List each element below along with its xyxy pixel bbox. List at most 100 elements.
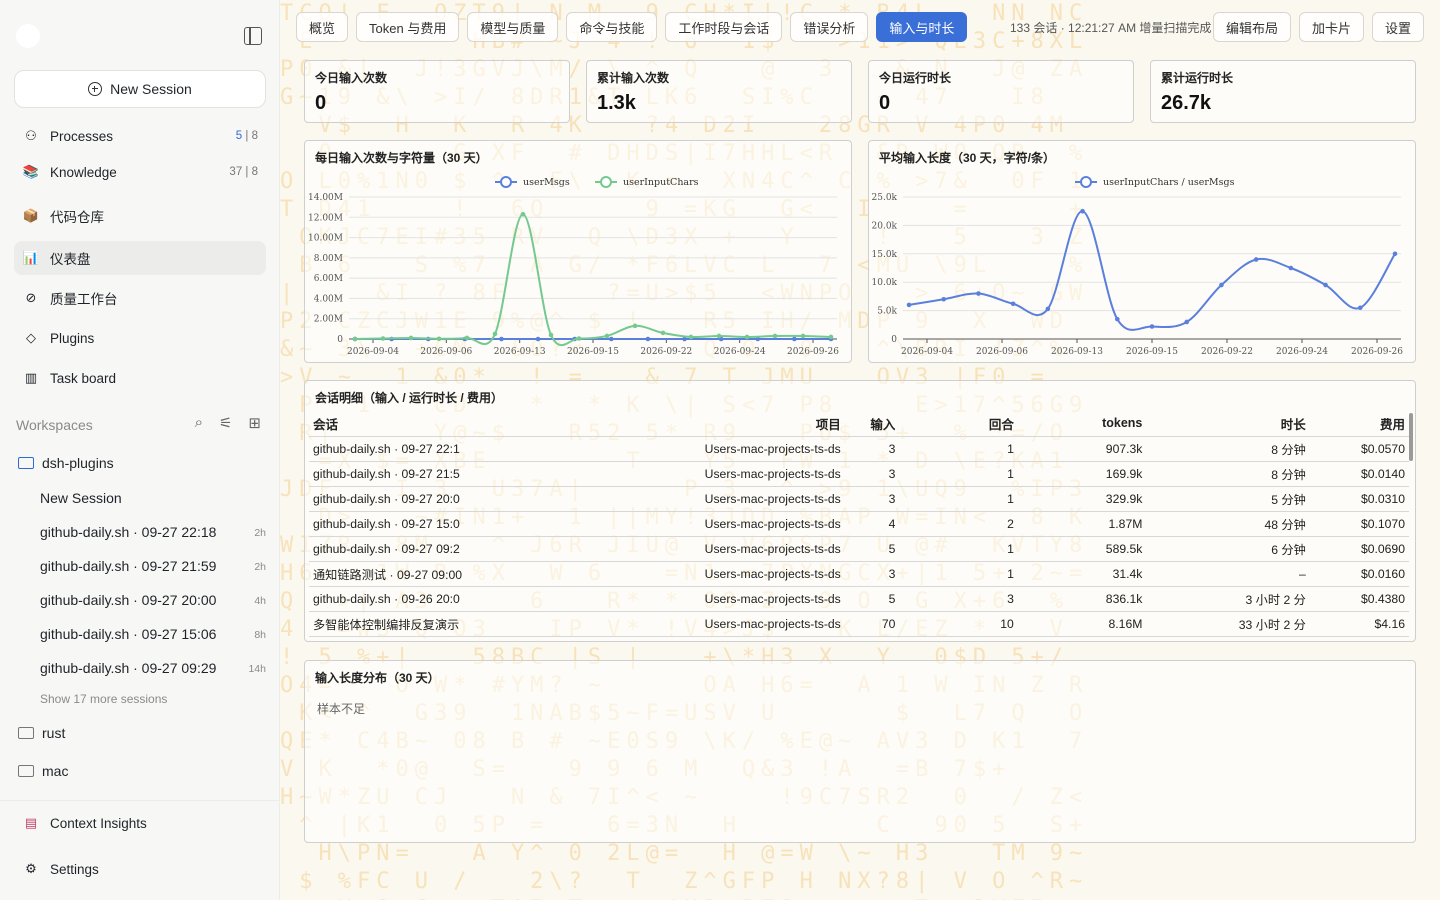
table-cell: github-daily.sh · 09-27 09:2 — [309, 536, 666, 562]
table-cell: 2 — [899, 511, 1018, 537]
legend-marker — [600, 176, 612, 188]
table-row[interactable]: 通知链路测试 · 09-27 09:00 Users-mac-projects-t… — [309, 561, 1409, 587]
data-point — [604, 333, 610, 339]
table-cell: Users-mac-projects-ts-ds — [665, 486, 845, 512]
nav-quality[interactable]: ⊘ 质量工作台 — [14, 281, 266, 315]
books-icon: 📚 — [22, 164, 40, 179]
table-scrollbar[interactable] — [1409, 413, 1413, 461]
tab-hours-sessions[interactable]: 工作时段与会话 — [665, 12, 783, 42]
nav-label: Knowledge — [50, 164, 117, 180]
workspace-actions: ⌕ ⚟ ⊞ — [195, 414, 261, 432]
kpi-value: 1.3k — [597, 92, 636, 114]
table-row[interactable]: github-daily.sh · 09-26 20:0 Users-mac-pr… — [309, 586, 1409, 612]
nav-code-repo[interactable]: 📦 代码仓库 — [14, 199, 266, 233]
data-point — [1253, 257, 1259, 262]
nav-context-insights[interactable]: ▤ Context Insights — [14, 806, 266, 840]
table-cell: 1 — [899, 461, 1018, 487]
nav-settings[interactable]: ⚙ Settings — [14, 852, 266, 886]
col-cost[interactable]: 费用 — [1309, 411, 1409, 437]
data-point — [716, 333, 722, 339]
tab-model-quality[interactable]: 模型与质量 — [467, 12, 559, 42]
show-more-sessions-link[interactable]: Show 17 more sessions — [40, 692, 167, 706]
kpi-value: 0 — [879, 92, 891, 114]
table-cell: 1 — [899, 486, 1018, 512]
app-logo — [16, 24, 40, 48]
table-row[interactable]: github-daily.sh · 09-27 15:0 Users-mac-pr… — [309, 511, 1409, 537]
x-tick-label: 2026-09-06 — [420, 347, 472, 357]
workspace-label: mac — [42, 763, 69, 779]
session-title: New Session — [40, 490, 122, 506]
col-session[interactable]: 会话 — [309, 411, 666, 437]
legend-label: userInputChars — [623, 177, 699, 188]
tab-overview[interactable]: 概览 — [296, 12, 349, 42]
session-item[interactable]: github-daily.sh · 09-27 20:00 4h — [40, 592, 266, 608]
tab-commands-skills[interactable]: 命令与技能 — [566, 12, 658, 42]
table-cell: $0.0570 — [1309, 436, 1409, 462]
col-tokens[interactable]: tokens — [1017, 411, 1147, 437]
settings-button[interactable]: 设置 — [1371, 12, 1424, 42]
empty-state-text: 样本不足 — [317, 702, 366, 716]
table-row[interactable]: github-daily.sh · 09-27 09:2 Users-mac-pr… — [309, 536, 1409, 562]
sidebar-toggle-icon[interactable] — [244, 27, 262, 45]
table-cell: 48 分钟 — [1146, 511, 1310, 537]
nav-task-board[interactable]: ▥ Task board — [14, 361, 266, 395]
y-tick-label: 12.00M — [308, 213, 343, 223]
x-tick-label: 2026-09-13 — [1051, 347, 1103, 357]
workspace-rust[interactable]: rust — [18, 725, 65, 741]
nav-processes[interactable]: ⚇ Processes 5 | 8 — [14, 119, 266, 153]
tab-errors[interactable]: 错误分析 — [790, 12, 869, 42]
processes-icon: ⚇ — [25, 128, 37, 143]
session-item[interactable]: github-daily.sh · 09-27 21:59 2h — [40, 558, 266, 574]
y-tick-label: 10.0k — [872, 278, 898, 288]
tab-token-cost[interactable]: Token 与费用 — [356, 12, 460, 42]
nav-label: Plugins — [50, 330, 95, 346]
col-turns[interactable]: 回合 — [899, 411, 1018, 437]
session-title: github-daily.sh · 09-27 20:00 — [40, 592, 217, 608]
session-title: github-daily.sh · 09-27 09:29 — [40, 660, 217, 676]
session-title: github-daily.sh · 09-27 22:18 — [40, 524, 217, 540]
table-row[interactable]: github-daily.sh · 09-27 22:1 Users-mac-pr… — [309, 436, 1409, 462]
session-item[interactable]: github-daily.sh · 09-27 15:06 8h — [40, 626, 266, 642]
data-point — [1323, 282, 1328, 288]
input-length-distribution-card: 输入长度分布（30 天） 样本不足 — [304, 660, 1416, 843]
col-project[interactable]: 项目 — [665, 411, 845, 437]
table-cell: 1 — [899, 561, 1018, 587]
x-tick-label: 2026-09-22 — [640, 347, 692, 357]
col-duration[interactable]: 时长 — [1146, 411, 1310, 437]
new-session-button[interactable]: New Session — [14, 70, 266, 108]
x-tick-label: 2026-09-26 — [787, 347, 839, 357]
search-icon[interactable]: ⌕ — [195, 414, 203, 432]
table-row[interactable]: 多智能体控制编排反复演示 Users-mac-projects-ts-ds 70 10… — [309, 611, 1409, 637]
legend-label: userInputChars / userMsgs — [1103, 177, 1235, 188]
workspace-label: rust — [42, 725, 66, 741]
session-item[interactable]: New Session — [40, 490, 266, 506]
table-cell: 8 分钟 — [1146, 461, 1310, 487]
table-cell: 70 — [844, 611, 900, 637]
divider — [0, 800, 280, 801]
table-cell: 33 小时 2 分 — [1146, 611, 1310, 637]
filter-icon[interactable]: ⚟ — [219, 414, 232, 432]
session-item[interactable]: github-daily.sh · 09-27 22:18 2h — [40, 524, 266, 540]
col-inputs[interactable]: 输入 — [844, 411, 900, 437]
nav-dashboard[interactable]: 📊 仪表盘 — [14, 241, 266, 275]
table-row[interactable]: github-daily.sh · 09-27 20:0 Users-mac-pr… — [309, 486, 1409, 512]
kpi-card: 今日运行时长 0 — [868, 60, 1134, 123]
table-cell: 3 — [844, 561, 900, 587]
add-card-button[interactable]: 加卡片 — [1298, 12, 1364, 42]
session-table-card: 会话明细（输入 / 运行时长 / 费用） 会话 项目 输入 回合 tokens … — [304, 380, 1416, 642]
new-folder-icon[interactable]: ⊞ — [248, 414, 261, 432]
edit-layout-button[interactable]: 编辑布局 — [1212, 12, 1291, 42]
session-item[interactable]: github-daily.sh · 09-27 09:29 14h — [40, 660, 266, 676]
table-cell: Users-mac-projects-ts-ds — [665, 586, 845, 612]
workspace-dsh-plugins[interactable]: dsh-plugins — [18, 455, 114, 471]
y-tick-label: 0 — [891, 335, 897, 345]
avg-input-length-chart-card: 平均输入长度（30 天，字符/条） 0 5.0k 10.0k 15.0k 20.0k 25… — [868, 140, 1416, 363]
nav-plugins[interactable]: ◇ Plugins — [14, 321, 266, 355]
workspace-mac[interactable]: mac — [18, 763, 68, 779]
table-cell: 1 — [899, 536, 1018, 562]
folder-icon — [18, 727, 34, 739]
tab-input-duration[interactable]: 输入与时长 — [876, 12, 968, 42]
avg-input-length-chart: 0 5.0k 10.0k 15.0k 20.0k 25.0k 2026-09-04 2026-… — [872, 176, 1403, 357]
nav-knowledge[interactable]: 📚 Knowledge 37 | 8 — [14, 155, 266, 189]
table-row[interactable]: github-daily.sh · 09-27 21:5 Users-mac-pr… — [309, 461, 1409, 487]
